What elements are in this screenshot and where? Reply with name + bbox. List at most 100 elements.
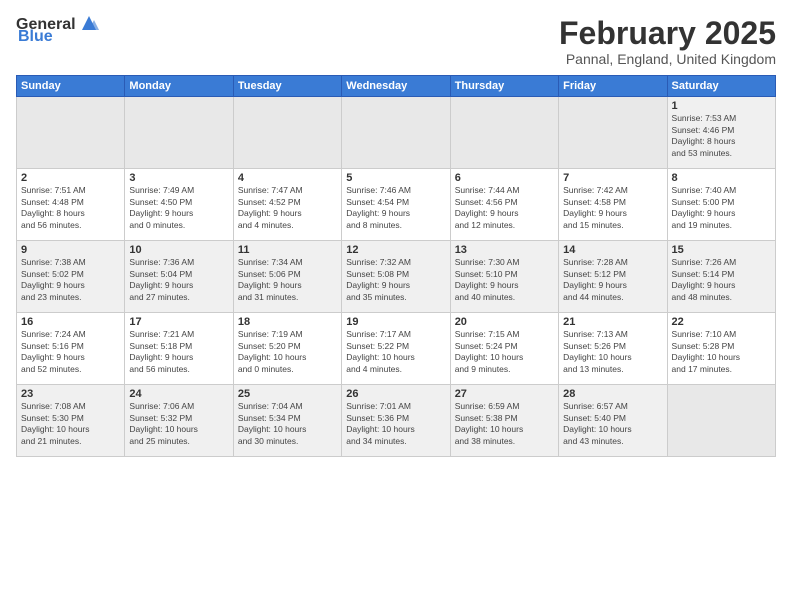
day-number: 12 [346, 244, 445, 256]
day-number: 27 [455, 388, 554, 400]
day-cell-4-0: 23Sunrise: 7:08 AMSunset: 5:30 PMDayligh… [17, 385, 125, 457]
day-info: Sunrise: 6:59 AMSunset: 5:38 PMDaylight:… [455, 401, 554, 447]
day-info: Sunrise: 7:01 AMSunset: 5:36 PMDaylight:… [346, 401, 445, 447]
day-info: Sunrise: 7:21 AMSunset: 5:18 PMDaylight:… [129, 329, 228, 375]
day-cell-3-1: 17Sunrise: 7:21 AMSunset: 5:18 PMDayligh… [125, 313, 233, 385]
day-number: 25 [238, 388, 337, 400]
day-info: Sunrise: 7:30 AMSunset: 5:10 PMDaylight:… [455, 257, 554, 303]
logo-icon [78, 12, 100, 34]
day-cell-4-1: 24Sunrise: 7:06 AMSunset: 5:32 PMDayligh… [125, 385, 233, 457]
day-cell-3-2: 18Sunrise: 7:19 AMSunset: 5:20 PMDayligh… [233, 313, 341, 385]
day-number: 14 [563, 244, 662, 256]
header-saturday: Saturday [667, 76, 775, 97]
week-row-4: 23Sunrise: 7:08 AMSunset: 5:30 PMDayligh… [17, 385, 776, 457]
day-cell-1-4: 6Sunrise: 7:44 AMSunset: 4:56 PMDaylight… [450, 169, 558, 241]
day-info: Sunrise: 7:38 AMSunset: 5:02 PMDaylight:… [21, 257, 120, 303]
day-number: 19 [346, 316, 445, 328]
day-cell-1-2: 4Sunrise: 7:47 AMSunset: 4:52 PMDaylight… [233, 169, 341, 241]
day-cell-0-6: 1Sunrise: 7:53 AMSunset: 4:46 PMDaylight… [667, 97, 775, 169]
day-cell-0-5 [559, 97, 667, 169]
day-info: Sunrise: 7:28 AMSunset: 5:12 PMDaylight:… [563, 257, 662, 303]
day-cell-2-5: 14Sunrise: 7:28 AMSunset: 5:12 PMDayligh… [559, 241, 667, 313]
day-info: Sunrise: 7:36 AMSunset: 5:04 PMDaylight:… [129, 257, 228, 303]
day-number: 17 [129, 316, 228, 328]
week-row-1: 2Sunrise: 7:51 AMSunset: 4:48 PMDaylight… [17, 169, 776, 241]
day-cell-4-4: 27Sunrise: 6:59 AMSunset: 5:38 PMDayligh… [450, 385, 558, 457]
day-info: Sunrise: 6:57 AMSunset: 5:40 PMDaylight:… [563, 401, 662, 447]
day-number: 6 [455, 172, 554, 184]
day-cell-4-5: 28Sunrise: 6:57 AMSunset: 5:40 PMDayligh… [559, 385, 667, 457]
day-cell-2-4: 13Sunrise: 7:30 AMSunset: 5:10 PMDayligh… [450, 241, 558, 313]
day-info: Sunrise: 7:42 AMSunset: 4:58 PMDaylight:… [563, 185, 662, 231]
day-cell-0-3 [342, 97, 450, 169]
week-row-2: 9Sunrise: 7:38 AMSunset: 5:02 PMDaylight… [17, 241, 776, 313]
day-number: 21 [563, 316, 662, 328]
title-block: February 2025 Pannal, England, United Ki… [559, 16, 776, 67]
day-info: Sunrise: 7:44 AMSunset: 4:56 PMDaylight:… [455, 185, 554, 231]
header-thursday: Thursday [450, 76, 558, 97]
day-info: Sunrise: 7:40 AMSunset: 5:00 PMDaylight:… [672, 185, 771, 231]
day-cell-0-2 [233, 97, 341, 169]
day-cell-4-3: 26Sunrise: 7:01 AMSunset: 5:36 PMDayligh… [342, 385, 450, 457]
day-number: 9 [21, 244, 120, 256]
day-info: Sunrise: 7:15 AMSunset: 5:24 PMDaylight:… [455, 329, 554, 375]
day-info: Sunrise: 7:26 AMSunset: 5:14 PMDaylight:… [672, 257, 771, 303]
day-cell-2-6: 15Sunrise: 7:26 AMSunset: 5:14 PMDayligh… [667, 241, 775, 313]
day-info: Sunrise: 7:49 AMSunset: 4:50 PMDaylight:… [129, 185, 228, 231]
day-number: 15 [672, 244, 771, 256]
day-cell-1-1: 3Sunrise: 7:49 AMSunset: 4:50 PMDaylight… [125, 169, 233, 241]
day-cell-2-3: 12Sunrise: 7:32 AMSunset: 5:08 PMDayligh… [342, 241, 450, 313]
day-number: 16 [21, 316, 120, 328]
logo-blue: Blue [18, 28, 53, 46]
day-cell-2-0: 9Sunrise: 7:38 AMSunset: 5:02 PMDaylight… [17, 241, 125, 313]
day-number: 2 [21, 172, 120, 184]
day-cell-0-1 [125, 97, 233, 169]
day-cell-1-3: 5Sunrise: 7:46 AMSunset: 4:54 PMDaylight… [342, 169, 450, 241]
day-cell-3-3: 19Sunrise: 7:17 AMSunset: 5:22 PMDayligh… [342, 313, 450, 385]
day-number: 10 [129, 244, 228, 256]
day-cell-0-4 [450, 97, 558, 169]
header-tuesday: Tuesday [233, 76, 341, 97]
day-info: Sunrise: 7:17 AMSunset: 5:22 PMDaylight:… [346, 329, 445, 375]
day-number: 26 [346, 388, 445, 400]
day-info: Sunrise: 7:10 AMSunset: 5:28 PMDaylight:… [672, 329, 771, 375]
day-cell-2-1: 10Sunrise: 7:36 AMSunset: 5:04 PMDayligh… [125, 241, 233, 313]
day-info: Sunrise: 7:04 AMSunset: 5:34 PMDaylight:… [238, 401, 337, 447]
day-info: Sunrise: 7:32 AMSunset: 5:08 PMDaylight:… [346, 257, 445, 303]
day-number: 23 [21, 388, 120, 400]
day-cell-3-0: 16Sunrise: 7:24 AMSunset: 5:16 PMDayligh… [17, 313, 125, 385]
day-info: Sunrise: 7:46 AMSunset: 4:54 PMDaylight:… [346, 185, 445, 231]
header-wednesday: Wednesday [342, 76, 450, 97]
day-info: Sunrise: 7:51 AMSunset: 4:48 PMDaylight:… [21, 185, 120, 231]
day-number: 22 [672, 316, 771, 328]
day-info: Sunrise: 7:24 AMSunset: 5:16 PMDaylight:… [21, 329, 120, 375]
day-cell-0-0 [17, 97, 125, 169]
day-number: 5 [346, 172, 445, 184]
day-cell-1-0: 2Sunrise: 7:51 AMSunset: 4:48 PMDaylight… [17, 169, 125, 241]
week-row-0: 1Sunrise: 7:53 AMSunset: 4:46 PMDaylight… [17, 97, 776, 169]
day-cell-2-2: 11Sunrise: 7:34 AMSunset: 5:06 PMDayligh… [233, 241, 341, 313]
day-info: Sunrise: 7:53 AMSunset: 4:46 PMDaylight:… [672, 113, 771, 159]
day-number: 8 [672, 172, 771, 184]
weekday-header-row: Sunday Monday Tuesday Wednesday Thursday… [17, 76, 776, 97]
subtitle: Pannal, England, United Kingdom [559, 51, 776, 67]
day-info: Sunrise: 7:47 AMSunset: 4:52 PMDaylight:… [238, 185, 337, 231]
day-cell-4-2: 25Sunrise: 7:04 AMSunset: 5:34 PMDayligh… [233, 385, 341, 457]
day-cell-4-6 [667, 385, 775, 457]
calendar: Sunday Monday Tuesday Wednesday Thursday… [16, 75, 776, 457]
page: General Blue February 2025 Pannal, Engla… [0, 0, 792, 612]
day-number: 1 [672, 100, 771, 112]
day-info: Sunrise: 7:06 AMSunset: 5:32 PMDaylight:… [129, 401, 228, 447]
header-sunday: Sunday [17, 76, 125, 97]
day-number: 28 [563, 388, 662, 400]
day-cell-3-4: 20Sunrise: 7:15 AMSunset: 5:24 PMDayligh… [450, 313, 558, 385]
day-cell-3-6: 22Sunrise: 7:10 AMSunset: 5:28 PMDayligh… [667, 313, 775, 385]
day-info: Sunrise: 7:19 AMSunset: 5:20 PMDaylight:… [238, 329, 337, 375]
logo: General Blue [16, 16, 100, 46]
day-cell-3-5: 21Sunrise: 7:13 AMSunset: 5:26 PMDayligh… [559, 313, 667, 385]
header: General Blue February 2025 Pannal, Engla… [16, 16, 776, 67]
day-info: Sunrise: 7:34 AMSunset: 5:06 PMDaylight:… [238, 257, 337, 303]
header-friday: Friday [559, 76, 667, 97]
day-number: 13 [455, 244, 554, 256]
day-number: 24 [129, 388, 228, 400]
